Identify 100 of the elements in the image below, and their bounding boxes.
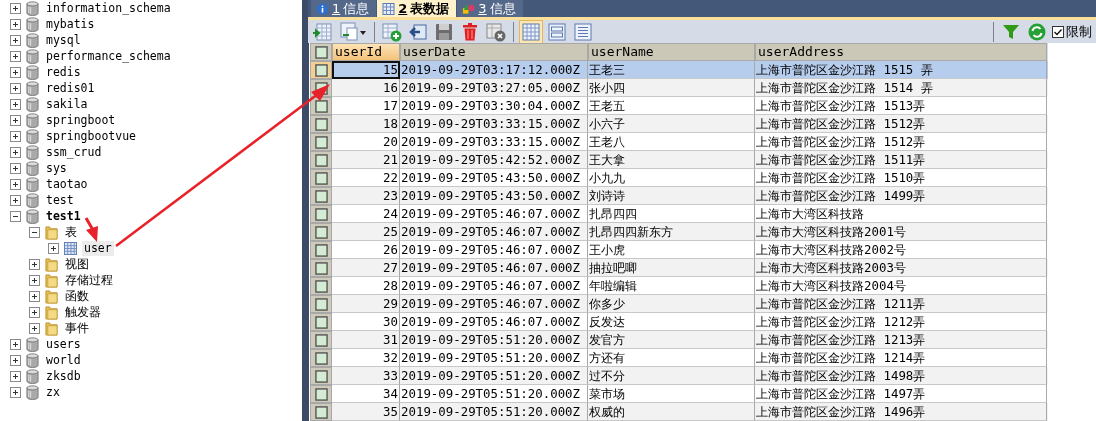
expand-icon[interactable] — [29, 274, 40, 286]
row-selector[interactable] — [314, 99, 328, 113]
column-header[interactable]: userName — [588, 43, 755, 61]
tree-item[interactable]: world — [44, 352, 83, 368]
tree-item[interactable]: mysql — [44, 32, 83, 48]
database-icon — [26, 368, 39, 384]
tree-item[interactable]: sys — [44, 160, 69, 176]
checkbox-icon[interactable] — [1052, 25, 1064, 38]
text-view-icon[interactable] — [572, 20, 594, 43]
expand-icon[interactable] — [29, 306, 40, 318]
expand-icon[interactable] — [29, 290, 40, 302]
row-selector[interactable] — [314, 351, 328, 365]
tree-item[interactable]: test — [44, 192, 76, 208]
cancel-icon[interactable] — [485, 20, 507, 43]
grid-view-icon[interactable] — [520, 20, 542, 43]
expand-icon[interactable] — [10, 34, 21, 46]
tree-item[interactable]: 触发器 — [63, 304, 103, 320]
tree-item[interactable]: user — [82, 240, 114, 256]
expand-icon[interactable] — [10, 146, 21, 158]
row-selector[interactable] — [314, 153, 328, 167]
expand-icon[interactable] — [48, 242, 59, 254]
table-cell: 上海市普陀区金沙江路 1496弄 — [755, 403, 1047, 421]
expand-icon[interactable] — [29, 258, 40, 270]
expand-icon[interactable] — [10, 178, 21, 190]
row-selector[interactable] — [314, 387, 328, 401]
expand-icon[interactable] — [10, 98, 21, 110]
row-selector[interactable] — [314, 279, 328, 293]
database-icon — [26, 144, 39, 160]
tree-item[interactable]: mybatis — [44, 16, 97, 32]
expand-icon[interactable] — [10, 162, 21, 174]
column-header[interactable]: userAddress — [755, 43, 1047, 61]
collapse-icon[interactable] — [10, 210, 21, 222]
row-selector[interactable] — [314, 297, 328, 311]
add-row-icon[interactable] — [381, 20, 403, 43]
limit-rows-checkbox[interactable]: 限制 — [1052, 22, 1092, 41]
folder-icon — [45, 272, 58, 288]
database-icon — [26, 128, 39, 144]
tree-item[interactable]: zx — [44, 384, 62, 400]
expand-icon[interactable] — [10, 130, 21, 142]
expand-icon[interactable] — [10, 338, 21, 350]
expand-icon[interactable] — [10, 2, 21, 14]
row-selector[interactable] — [314, 243, 328, 257]
tree-item[interactable]: taotao — [44, 176, 90, 192]
tree-item[interactable]: users — [44, 336, 83, 352]
tree-item[interactable]: ssm_crud — [44, 144, 104, 160]
insert-row-icon[interactable] — [312, 20, 334, 43]
row-selector[interactable] — [314, 135, 328, 149]
row-selector[interactable] — [314, 171, 328, 185]
tree-item[interactable]: performance_schema — [44, 48, 173, 64]
row-selector[interactable] — [314, 117, 328, 131]
tree-item[interactable]: 函数 — [63, 288, 91, 304]
row-selector[interactable] — [314, 225, 328, 239]
tree-item[interactable]: 存储过程 — [63, 272, 115, 288]
expand-icon[interactable] — [10, 66, 21, 78]
expand-icon[interactable] — [10, 354, 21, 366]
tree-item[interactable]: redis — [44, 64, 83, 80]
tree-item[interactable]: zksdb — [44, 368, 83, 384]
shapes-icon — [462, 2, 476, 15]
tree-item[interactable]: 视图 — [63, 256, 91, 272]
tree-item[interactable]: springboot — [44, 112, 118, 128]
database-icon — [26, 96, 39, 112]
row-selector[interactable] — [314, 261, 328, 275]
tab[interactable]: 1 信息 — [311, 0, 377, 17]
expand-icon[interactable] — [10, 114, 21, 126]
tree-item[interactable]: test1 — [44, 208, 83, 224]
form-view-icon[interactable] — [546, 20, 568, 43]
tree-item[interactable]: redis01 — [44, 80, 97, 96]
column-header[interactable]: userId — [332, 43, 400, 61]
database-icon — [26, 48, 39, 64]
table-cell: 权威的 — [588, 403, 755, 421]
expand-icon[interactable] — [10, 194, 21, 206]
tab[interactable]: 3 信息 — [457, 0, 523, 17]
expand-icon[interactable] — [10, 50, 21, 62]
collapse-icon[interactable] — [29, 226, 40, 238]
row-selector[interactable] — [314, 369, 328, 383]
row-selector[interactable] — [314, 333, 328, 347]
row-selector[interactable] — [314, 405, 328, 419]
row-selector[interactable] — [314, 189, 328, 203]
tree-item[interactable]: 表 — [63, 224, 79, 240]
folder-icon — [45, 288, 58, 304]
row-selector[interactable] — [314, 63, 328, 77]
expand-icon[interactable] — [29, 322, 40, 334]
folder-icon — [45, 256, 58, 272]
expand-icon[interactable] — [10, 82, 21, 94]
tree-item[interactable]: springbootvue — [44, 128, 138, 144]
column-header[interactable]: userDate — [400, 43, 588, 61]
tree-item[interactable]: 事件 — [63, 320, 91, 336]
duplicate-row-icon[interactable] — [338, 20, 368, 43]
expand-icon[interactable] — [10, 18, 21, 30]
tab[interactable]: 2 表数据 — [377, 0, 457, 17]
expand-icon[interactable] — [10, 386, 21, 398]
select-all-checkbox[interactable] — [314, 45, 328, 59]
database-icon — [26, 352, 39, 368]
table-icon — [64, 240, 77, 256]
database-icon — [26, 336, 39, 352]
tree-item[interactable]: information_schema — [44, 0, 173, 16]
row-selector[interactable] — [314, 315, 328, 329]
tree-item[interactable]: sakila — [44, 96, 90, 112]
expand-icon[interactable] — [10, 370, 21, 382]
row-selector[interactable] — [314, 207, 328, 221]
